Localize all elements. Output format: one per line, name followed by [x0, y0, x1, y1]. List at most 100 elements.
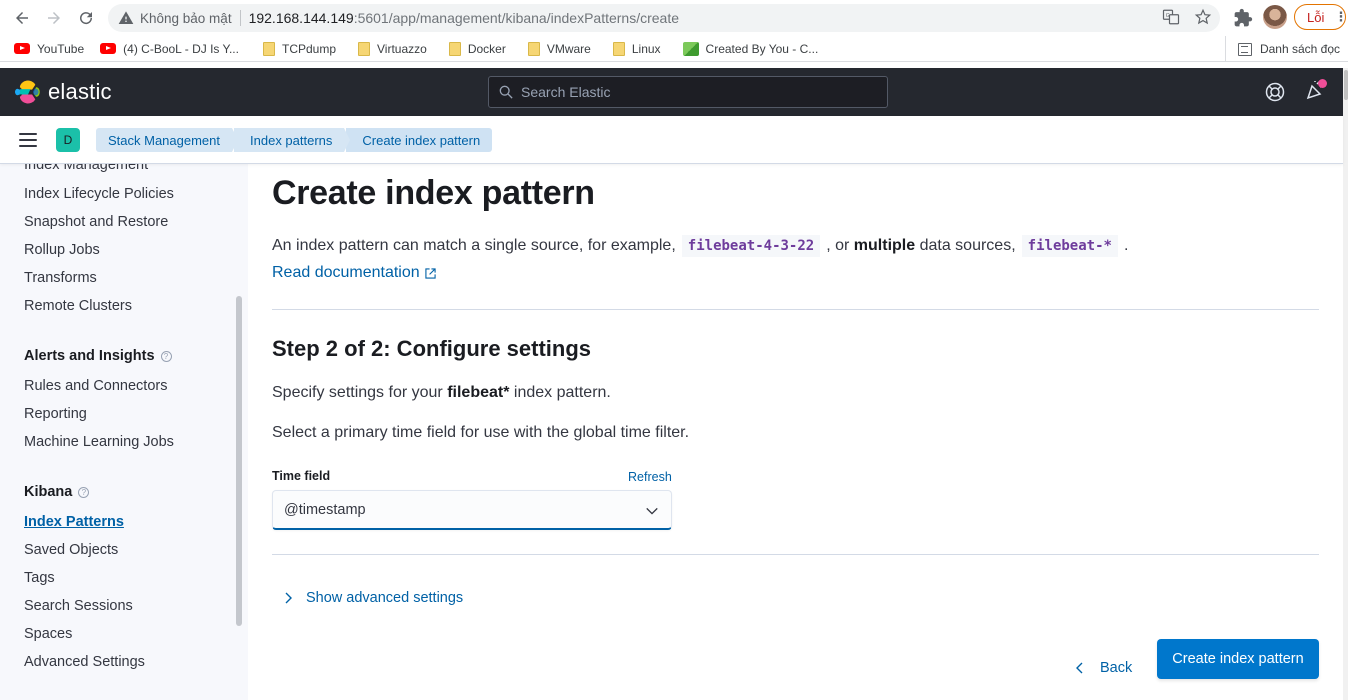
section-divider — [272, 309, 1319, 310]
forward-arrow-icon[interactable] — [38, 2, 70, 34]
youtube-icon — [14, 43, 30, 54]
sidebar-item-spaces[interactable]: Spaces — [24, 626, 72, 642]
sidebar-item-snapshot-and-restore[interactable]: Snapshot and Restore — [24, 214, 168, 230]
time-field-select[interactable]: @timestamp — [272, 490, 672, 530]
page-scrollbar-thumb[interactable] — [1344, 70, 1348, 100]
sidebar-item-machine-learning-jobs[interactable]: Machine Learning Jobs — [24, 434, 174, 450]
back-arrow-icon[interactable] — [6, 2, 38, 34]
bookmark-cbool[interactable]: (4) C-BooL - DJ Is Y... — [92, 37, 247, 61]
translate-icon[interactable]: G — [1162, 8, 1180, 26]
question-icon: ? — [160, 350, 172, 362]
breadcrumb-stack-management[interactable]: Stack Management — [96, 128, 239, 152]
bookmark-label: VMware — [546, 41, 591, 56]
help-icon[interactable] — [1264, 81, 1286, 103]
show-advanced-settings-toggle[interactable]: Show advanced settings — [282, 590, 463, 606]
back-button[interactable]: Back — [1068, 648, 1138, 688]
bookmark-virtuazzo[interactable]: Virtuazzo — [350, 37, 435, 61]
news-notification-dot — [1318, 79, 1327, 88]
reading-list-button[interactable]: Danh sách đọc — [1224, 36, 1348, 62]
bookmark-label: TCPdump — [281, 41, 337, 56]
sidebar-item-tags[interactable]: Tags — [24, 570, 55, 586]
sidebar-item-reporting[interactable]: Reporting — [24, 406, 87, 422]
bookmark-vmware[interactable]: VMware — [520, 37, 599, 61]
search-icon — [499, 85, 513, 99]
main-content: Create index pattern An index pattern ca… — [248, 164, 1343, 700]
elastic-logo[interactable]: elastic — [15, 79, 112, 105]
refresh-link[interactable]: Refresh — [628, 470, 672, 484]
folder-icon — [527, 41, 540, 56]
bookmark-label: Docker — [467, 41, 506, 56]
question-icon: ? — [78, 486, 90, 498]
sidebar-item-rollup-jobs[interactable]: Rollup Jobs — [24, 242, 100, 258]
bookmark-tcpdump[interactable]: TCPdump — [255, 37, 344, 61]
reload-icon[interactable] — [70, 2, 102, 34]
bookmark-label: Virtuazzo — [377, 41, 427, 56]
page-scrollbar-track[interactable] — [1343, 68, 1348, 700]
bookmark-linux[interactable]: Linux — [605, 37, 669, 61]
intro-middle-bold: multiple — [853, 237, 916, 254]
sidebar-item-transforms[interactable]: Transforms — [24, 270, 97, 286]
profile-avatar[interactable] — [1263, 5, 1287, 29]
read-documentation-link[interactable]: Read documentation — [272, 264, 436, 282]
sidebar-item-rules-and-connectors[interactable]: Rules and Connectors — [24, 378, 167, 394]
intro-end: . — [1123, 237, 1129, 254]
kibana-subheader: D Stack Management Index patterns Create… — [0, 116, 1343, 164]
bookmark-docker[interactable]: Docker — [441, 37, 514, 61]
menu-hamburger-icon[interactable] — [19, 133, 37, 147]
time-filter-description: Select a primary time field for use with… — [272, 424, 690, 441]
section-divider — [272, 554, 1319, 555]
folder-icon — [358, 41, 371, 56]
para1-pattern: filebeat* — [447, 384, 510, 401]
warning-icon — [118, 11, 134, 24]
sidebar-item-index-lifecycle-policies[interactable]: Index Lifecycle Policies — [24, 186, 174, 202]
sidebar-item-index-patterns[interactable]: Index Patterns — [24, 514, 124, 530]
search-placeholder: Search Elastic — [521, 84, 611, 100]
breadcrumb-create-index-pattern: Create index pattern — [346, 128, 493, 152]
error-label: Lỗi — [1307, 9, 1325, 25]
sidebar-item-search-sessions[interactable]: Search Sessions — [24, 598, 133, 614]
section-title: Kibana — [24, 484, 73, 500]
global-search-input[interactable]: Search Elastic — [488, 76, 888, 108]
sidebar-item-advanced-settings[interactable]: Advanced Settings — [24, 654, 145, 670]
sidebar-section-kibana: Kibana ? — [24, 484, 90, 500]
intro-before: An index pattern can match a single sour… — [272, 237, 676, 254]
create-index-pattern-button[interactable]: Create index pattern — [1157, 639, 1319, 679]
example-multiple-code: filebeat-* — [1021, 235, 1118, 257]
advanced-toggle-label: Show advanced settings — [306, 590, 464, 606]
bookmarks-bar: YouTube (4) C-BooL - DJ Is Y... TCPdump … — [0, 36, 1348, 62]
address-separator — [239, 10, 241, 26]
sidebar-item-saved-objects[interactable]: Saved Objects — [24, 542, 118, 558]
settings-description: Specify settings for your filebeat* inde… — [272, 384, 611, 402]
url-text[interactable]: 192.168.144.149:5601/app/management/kiba… — [249, 10, 679, 26]
sidebar-item-index-management[interactable]: Index Management — [24, 164, 148, 173]
folder-icon — [448, 41, 461, 56]
breadcrumb: Stack Management Index patterns Create i… — [96, 128, 494, 152]
youtube-icon — [100, 43, 117, 54]
url-path: :5601/app/management/kibana/indexPattern… — [353, 10, 680, 26]
space-avatar[interactable]: D — [56, 128, 80, 152]
para1-before: Specify settings for your — [272, 384, 443, 401]
bookmark-star-icon[interactable] — [1194, 8, 1212, 26]
sidebar-item-remote-clusters[interactable]: Remote Clusters — [24, 298, 132, 314]
bookmark-label: Linux — [631, 41, 661, 56]
profile-error-button[interactable]: Lỗi ⋮ — [1294, 4, 1347, 30]
bookmark-youtube[interactable]: YouTube — [0, 37, 92, 61]
intro-middle-post: data sources, — [919, 237, 1016, 254]
security-indicator[interactable]: Không bảo mật — [118, 10, 232, 26]
reading-list-icon — [1237, 42, 1252, 56]
security-label: Không bảo mật — [140, 10, 232, 26]
chevron-right-icon — [285, 592, 292, 604]
time-field-value: @timestamp — [284, 501, 366, 518]
para1-after: index pattern. — [513, 384, 611, 401]
sidebar-scrollbar[interactable] — [236, 296, 242, 626]
address-bar[interactable]: Không bảo mật 192.168.144.149:5601/app/m… — [108, 4, 1220, 32]
bookmark-label: Created By You - C... — [705, 41, 819, 56]
elastic-logo-icon — [15, 80, 40, 104]
reading-list-label: Danh sách đọc — [1259, 42, 1340, 56]
chevron-left-icon — [1076, 662, 1083, 674]
sidebar-section-alerts-and-insights: Alerts and Insights ? — [24, 348, 172, 364]
bookmark-created-by-you[interactable]: Created By You - C... — [675, 37, 827, 61]
breadcrumb-index-patterns[interactable]: Index patterns — [234, 128, 351, 152]
intro-middle-pre: , or — [826, 237, 850, 254]
extensions-icon[interactable] — [1233, 8, 1253, 28]
